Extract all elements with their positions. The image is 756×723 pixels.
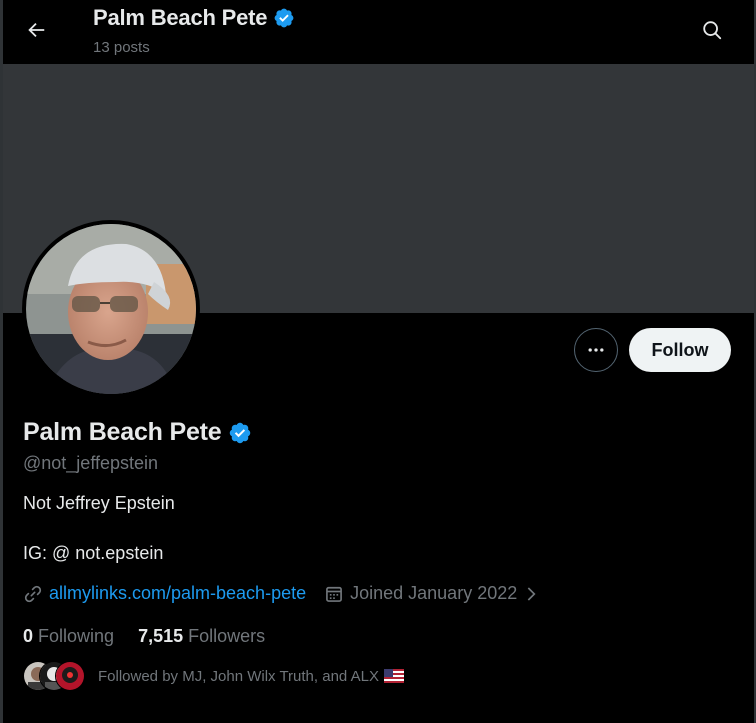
header-name: Palm Beach Pete — [93, 5, 268, 30]
header-title: Palm Beach Pete — [93, 5, 295, 31]
profile-name-row: Palm Beach Pete — [23, 418, 252, 447]
search-icon — [703, 21, 722, 40]
avatar-photo — [26, 224, 196, 394]
verified-badge-icon — [274, 8, 294, 28]
followers-stat[interactable]: 7,515 Followers — [138, 626, 265, 647]
arrow-left-icon — [28, 22, 45, 38]
following-count: 0 — [23, 626, 34, 646]
more-horizontal-icon — [588, 348, 604, 352]
follow-stats: 0 Following 7,515 Followers — [23, 626, 265, 647]
back-button[interactable] — [18, 12, 54, 48]
bio-line: Not Jeffrey Epstein — [23, 493, 175, 513]
bio-line: IG: @ not.epstein — [23, 543, 164, 563]
profile-avatar[interactable] — [22, 220, 200, 398]
followed-by-label: Followed by MJ, John Wilx Truth, and ALX — [98, 667, 379, 685]
more-options-button[interactable] — [574, 328, 618, 372]
profile-website-link[interactable]: allmylinks.com/palm-beach-pete — [49, 583, 306, 604]
display-name: Palm Beach Pete — [23, 418, 222, 446]
us-flag-icon — [383, 669, 404, 683]
followed-by-text: Followed by MJ, John Wilx Truth, and ALX — [98, 668, 404, 685]
followed-by-row[interactable]: Followed by MJ, John Wilx Truth, and ALX — [23, 661, 404, 691]
following-stat[interactable]: 0 Following — [23, 626, 114, 647]
calendar-icon — [326, 586, 343, 602]
posts-count: 13 posts — [93, 39, 150, 56]
chevron-right-icon[interactable] — [523, 586, 539, 602]
following-label: Following — [38, 626, 115, 646]
link-icon — [24, 585, 42, 602]
mutual-avatar — [55, 661, 85, 691]
followers-label: Followers — [188, 626, 266, 646]
search-button[interactable] — [694, 12, 730, 48]
profile-handle: @not_jeffepstein — [23, 453, 159, 473]
joined-date: Joined January 2022 — [350, 583, 518, 603]
followers-count: 7,515 — [138, 626, 184, 646]
profile-meta: allmylinks.com/palm-beach-pete Joined Ja… — [23, 583, 539, 604]
follow-button[interactable]: Follow — [629, 328, 731, 372]
profile-header: Palm Beach Pete 13 posts — [3, 0, 754, 63]
verified-badge-icon[interactable] — [228, 421, 252, 445]
mutual-avatars — [23, 661, 85, 691]
